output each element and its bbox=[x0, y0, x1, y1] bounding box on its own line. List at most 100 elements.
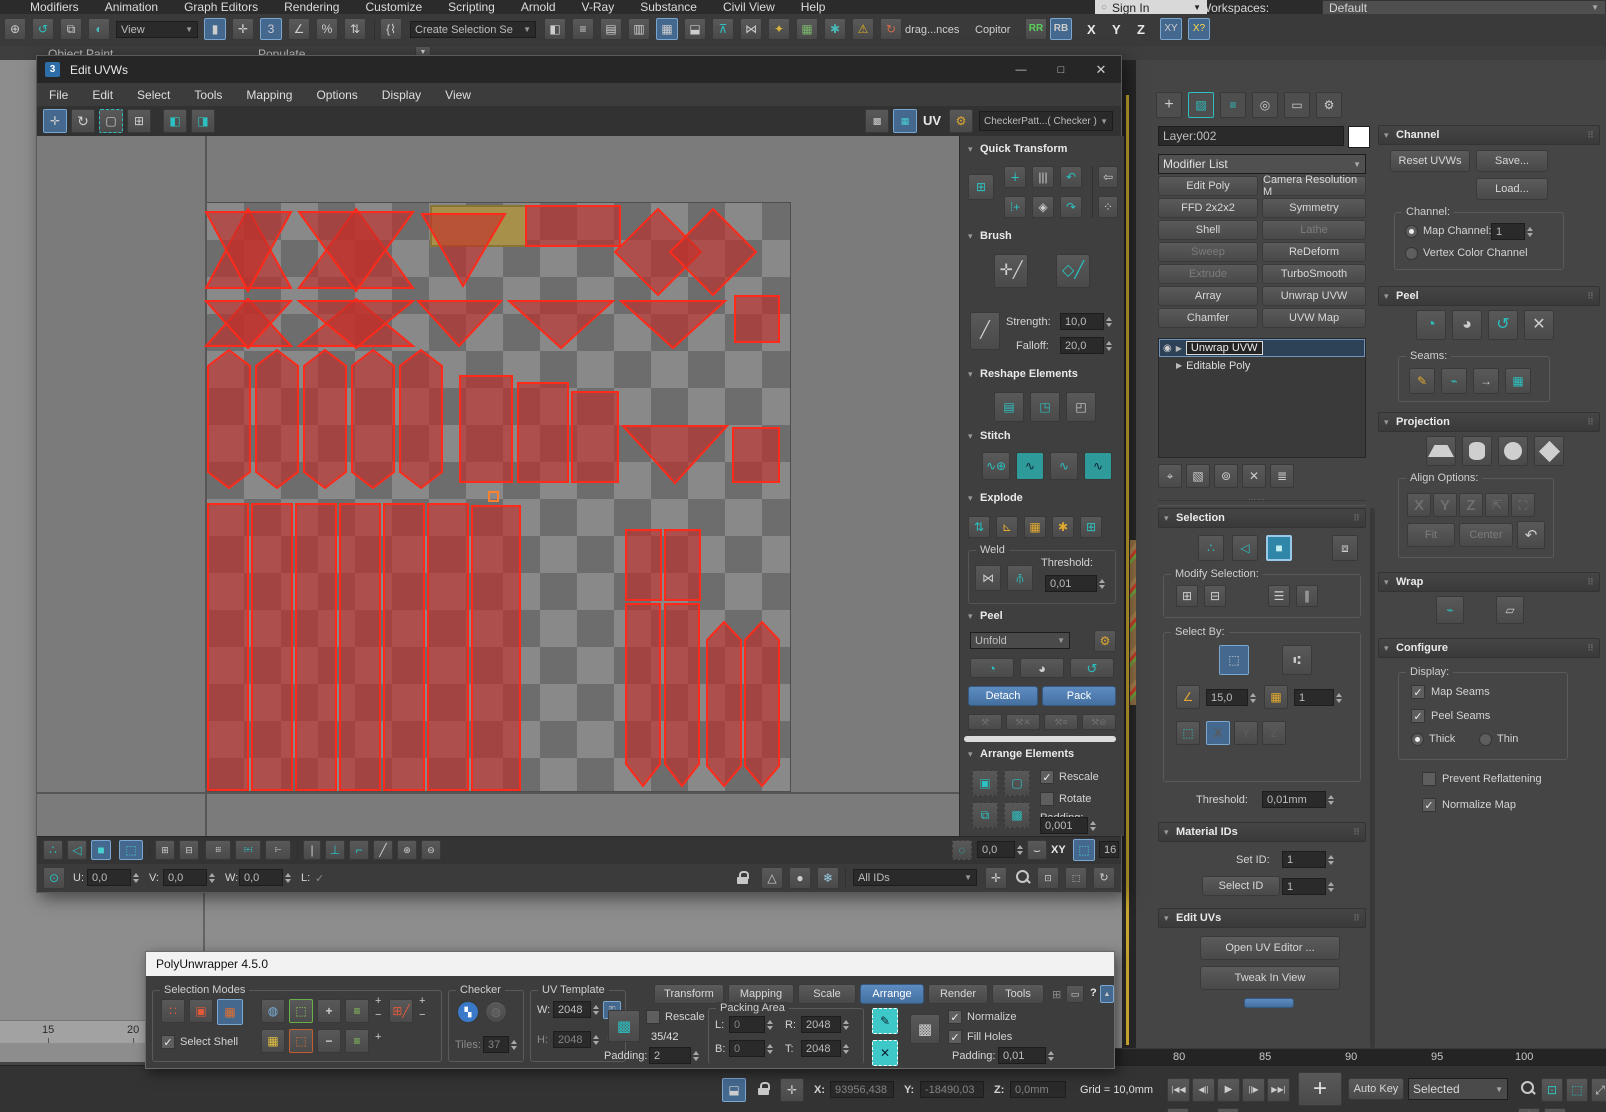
angle-snap-icon[interactable]: ∠ bbox=[288, 18, 310, 40]
view-dropdown[interactable]: View ▼ bbox=[116, 21, 198, 38]
modifier-button[interactable]: Camera Resolution M bbox=[1262, 174, 1366, 198]
y-coord-field[interactable]: -18490,03 bbox=[920, 1081, 984, 1098]
pu-tiles-field[interactable]: 37 bbox=[483, 1036, 509, 1053]
axis-x-button[interactable]: X bbox=[1206, 721, 1230, 745]
uv-menu-mapping[interactable]: Mapping bbox=[234, 88, 304, 102]
stack-row-editable-poly[interactable]: ▶ Editable Poly bbox=[1159, 357, 1371, 374]
prev-frame-icon[interactable]: ◀|| bbox=[1192, 1078, 1215, 1102]
modifier-button[interactable]: UVW Map bbox=[1262, 308, 1366, 328]
z-constraint-button[interactable]: Z bbox=[1137, 22, 1145, 37]
save-uvws-button[interactable]: Save... bbox=[1476, 150, 1548, 172]
pu-padding1-spinner[interactable] bbox=[691, 1047, 701, 1064]
expand-icon[interactable]: ▶ bbox=[1176, 344, 1182, 353]
menu-substance[interactable]: Substance bbox=[640, 0, 697, 14]
render-icon[interactable]: ↻ bbox=[880, 18, 902, 40]
pu-clear-area-icon[interactable]: ✕ bbox=[872, 1040, 898, 1066]
falloff-shape-icon[interactable]: ⌣ bbox=[1027, 840, 1047, 860]
rollout-channel[interactable]: Channel bbox=[1378, 125, 1600, 145]
align-left-partial-icon[interactable]: ⇦ bbox=[1098, 166, 1118, 188]
sides-field[interactable]: 16 bbox=[1099, 841, 1119, 858]
thick-radio[interactable] bbox=[1411, 733, 1424, 746]
pu-select-shell-checkbox[interactable]: ✓ bbox=[161, 1035, 175, 1049]
explode-faces-icon[interactable]: ▦ bbox=[1024, 516, 1046, 538]
rr-script-icon[interactable]: RR bbox=[1025, 18, 1047, 40]
pu-uv-shell-icon[interactable]: ◍ bbox=[261, 999, 285, 1023]
pu-gray-ball-icon[interactable]: ◍ bbox=[485, 1001, 507, 1023]
move-h-v-icon[interactable]: ⊞ bbox=[968, 174, 994, 200]
pelt-map-icon[interactable]: ✕ bbox=[1524, 310, 1554, 340]
polygon-mode-icon[interactable]: ■ bbox=[1266, 535, 1292, 561]
pu-tab-tools[interactable]: Tools bbox=[992, 984, 1044, 1004]
uv-pan-icon[interactable]: ✛ bbox=[985, 867, 1007, 889]
convert-edge-to-seam-icon[interactable]: → bbox=[1473, 368, 1499, 394]
select-id-button[interactable]: Select ID bbox=[1202, 876, 1280, 896]
w-spinner[interactable] bbox=[283, 869, 293, 886]
zoom-selected-icon[interactable]: ⊡ bbox=[1541, 1078, 1563, 1102]
quick-transform-header[interactable]: Quick Transform bbox=[966, 143, 1067, 155]
selection-set-dropdown[interactable]: Selected ▼ bbox=[1408, 1078, 1508, 1100]
transform-gizmo-icon[interactable]: ✛ bbox=[780, 1078, 804, 1102]
pu-grow-shell-icon[interactable]: ⬚ bbox=[289, 999, 313, 1023]
go-to-start-icon[interactable]: |◀◀ bbox=[1167, 1078, 1190, 1102]
pu-dialog-icon[interactable]: ▭ bbox=[1066, 985, 1084, 1003]
selection-threshold-field[interactable]: 0,01mm bbox=[1262, 791, 1326, 808]
modifier-button[interactable]: ReDeform bbox=[1262, 242, 1366, 262]
eye-icon[interactable]: ◉ bbox=[1163, 343, 1172, 354]
break-by-angle-icon[interactable]: ⊾ bbox=[996, 516, 1018, 538]
pu-rescale-checkbox[interactable] bbox=[646, 1010, 660, 1024]
select-by-smoothing-icon[interactable]: ▦ bbox=[1264, 685, 1288, 709]
pu-h-field[interactable]: 2048 bbox=[553, 1031, 591, 1048]
weld-selected-icon[interactable]: ⋈ bbox=[975, 565, 1001, 591]
modifier-button[interactable]: Symmetry bbox=[1262, 198, 1366, 218]
menu-customize[interactable]: Customize bbox=[365, 0, 422, 14]
uv-freeform-icon[interactable]: ⊞ bbox=[127, 109, 151, 133]
arrange-rescale-checkbox[interactable]: ✓ bbox=[1040, 770, 1054, 784]
rollout-projection[interactable]: Projection bbox=[1378, 412, 1600, 432]
pu-fill-holes-checkbox[interactable]: ✓ bbox=[948, 1030, 962, 1044]
selection-threshold-spinner[interactable] bbox=[1326, 791, 1336, 808]
object-name-field[interactable]: Layer:002 bbox=[1158, 126, 1344, 146]
shrink-uv-selection-icon[interactable]: ⊟ bbox=[179, 840, 199, 860]
uv-canvas[interactable] bbox=[37, 136, 959, 836]
peel-reset-icon[interactable]: ◔ bbox=[970, 658, 1014, 678]
stitch-custom-icon[interactable]: ∿⊕ bbox=[982, 452, 1010, 480]
space-elements-icon[interactable]: ◈ bbox=[1032, 196, 1054, 218]
menu-help[interactable]: Help bbox=[801, 0, 826, 14]
pu-tab-render[interactable]: Render bbox=[928, 984, 988, 1004]
pu-arrange-shells-icon[interactable]: ▩ bbox=[910, 1014, 940, 1044]
pu-edge-ring-icon[interactable]: ≡ bbox=[345, 1029, 369, 1053]
x-constraint-button[interactable]: X bbox=[1087, 22, 1096, 37]
align-vertical-icon[interactable]: ||| bbox=[1032, 166, 1054, 188]
scene-explorer-icon[interactable]: ▥ bbox=[628, 18, 650, 40]
show-end-result-icon[interactable]: ▧ bbox=[1186, 464, 1210, 488]
set-key-icon[interactable]: + bbox=[1298, 1072, 1342, 1106]
w-field[interactable]: 0,0 bbox=[239, 869, 283, 886]
undo-icon[interactable]: ↺ bbox=[32, 18, 54, 40]
trackbar[interactable]: 15 20 bbox=[0, 1020, 145, 1043]
uv-titlebar[interactable]: 3 Edit UVWs — □ ✕ bbox=[37, 56, 1121, 83]
uv-zoom-region-icon[interactable]: ⊡ bbox=[1037, 867, 1059, 889]
menu-scripting[interactable]: Scripting bbox=[448, 0, 495, 14]
curve-editor-icon[interactable]: ⬓ bbox=[684, 18, 706, 40]
v-spinner[interactable] bbox=[207, 869, 217, 886]
modifier-button[interactable]: FFD 2x2x2 bbox=[1158, 198, 1258, 218]
modify-panel-tab[interactable]: ▨ bbox=[1188, 92, 1214, 118]
set-id-spinner[interactable] bbox=[1326, 851, 1336, 868]
pu-edge-loop-icon[interactable]: ≡ bbox=[345, 999, 369, 1023]
rollout-wrap[interactable]: Wrap bbox=[1378, 572, 1600, 592]
menu-civil-view[interactable]: Civil View bbox=[723, 0, 775, 14]
weld-threshold-field[interactable]: 0,01 bbox=[1045, 575, 1097, 592]
modifier-button[interactable]: Edit Poly bbox=[1158, 176, 1258, 196]
x-coord-field[interactable]: 93956,438 bbox=[830, 1081, 894, 1098]
uv-menu-select[interactable]: Select bbox=[125, 88, 182, 102]
arrange-padding-field[interactable]: 0,001 bbox=[1040, 817, 1088, 834]
rendered-frame-icon[interactable]: ✱ bbox=[824, 18, 846, 40]
l-checkbox[interactable]: ✓ bbox=[315, 872, 324, 885]
pu-vertex-mode-icon[interactable]: ∷ bbox=[161, 999, 185, 1023]
explode-header[interactable]: Explode bbox=[966, 492, 1023, 504]
paint-select-icon[interactable]: ╱ bbox=[373, 840, 393, 860]
stitch-target-icon[interactable]: ∿ bbox=[1084, 452, 1112, 480]
pack-normalize-icon[interactable]: ▣ bbox=[972, 770, 998, 796]
select-by-element-icon[interactable]: ⬚ bbox=[1219, 645, 1249, 675]
xy-constraint-button[interactable]: XY bbox=[1160, 18, 1182, 40]
